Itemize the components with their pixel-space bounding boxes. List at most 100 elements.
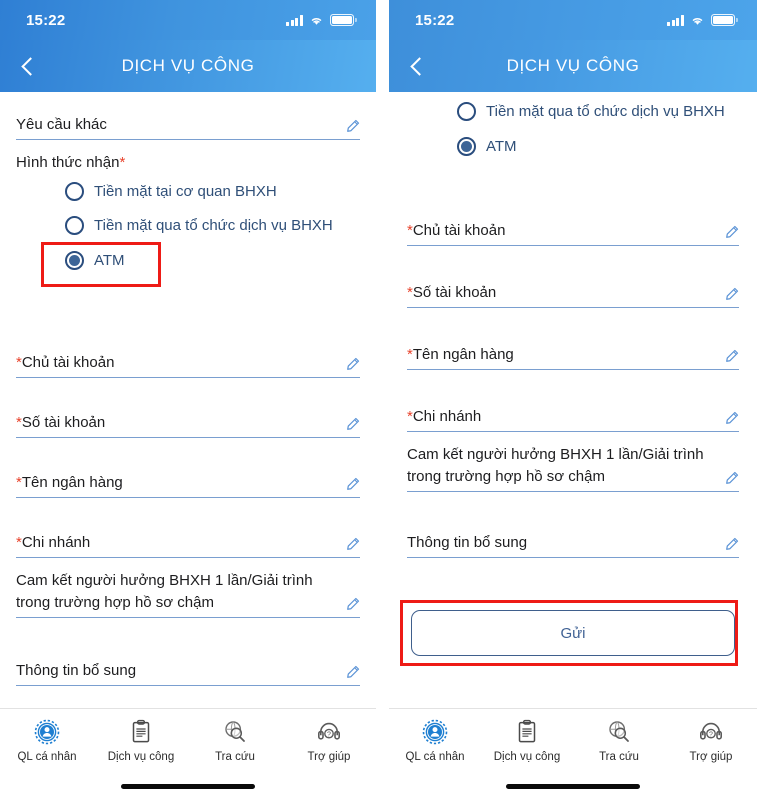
radio-option-atm[interactable]: ATM [457, 137, 517, 156]
field-label: Cam kết người hưởng BHXH 1 lần/Giải trìn… [407, 446, 704, 485]
field-cam-ket[interactable]: Cam kết người hưởng BHXH 1 lần/Giải trìn… [407, 444, 739, 492]
pencil-icon [726, 349, 739, 362]
field-label: Thông tin bổ sung [16, 662, 137, 679]
back-button[interactable] [10, 40, 50, 92]
field-chu-tai-khoan[interactable]: *Chủ tài khoản [16, 352, 360, 378]
document-icon [132, 719, 150, 743]
chevron-left-icon [409, 56, 429, 76]
tab-label: Trợ giúp [307, 751, 351, 763]
search-globe-icon [225, 721, 245, 742]
page-title: DỊCH VỤ CÔNG [506, 56, 640, 75]
radio-option-cash-via-service[interactable]: Tiền mặt qua tổ chức dịch vụ BHXH [457, 102, 725, 121]
tab-ql-ca-nhan[interactable]: QL cá nhân [0, 718, 94, 763]
radio-option-cash-via-service[interactable]: Tiền mặt qua tổ chức dịch vụ BHXH [65, 216, 333, 235]
field-label: *Số tài khoản [16, 414, 106, 431]
right-phone-screen: 15:22 DỊCH VỤ CÔNG Tiền mặt qua tổ chức … [389, 0, 757, 800]
status-bar: 15:22 [0, 0, 376, 40]
chevron-left-icon [20, 56, 40, 76]
field-label: *Chi nhánh [16, 534, 91, 551]
left-form-content: Yêu cầu khác Hình thức nhận* Tiền mặt tạ… [0, 92, 376, 752]
back-button[interactable] [399, 40, 439, 92]
home-indicator [121, 784, 255, 789]
field-yeu-cau-khac[interactable]: Yêu cầu khác [16, 114, 360, 140]
status-bar-icons [286, 14, 357, 26]
tab-tra-cuu[interactable]: Tra cứu [573, 718, 665, 763]
document-icon [518, 719, 536, 743]
tab-label: Tra cứu [599, 751, 639, 763]
pencil-icon [726, 537, 739, 550]
status-bar-icons [667, 14, 738, 26]
field-so-tai-khoan[interactable]: *Số tài khoản [407, 282, 739, 308]
field-label: *Tên ngân hàng [407, 346, 514, 363]
pencil-icon [347, 477, 360, 490]
pencil-icon [347, 665, 360, 678]
tab-dich-vu-cong[interactable]: Dịch vụ công [94, 718, 188, 763]
home-indicator [506, 784, 640, 789]
tab-tro-giup[interactable]: ? Trợ giúp [282, 718, 376, 763]
wifi-icon [311, 18, 322, 25]
field-ten-ngan-hang[interactable]: *Tên ngân hàng [407, 344, 739, 370]
pencil-icon [726, 471, 739, 484]
submit-button[interactable]: Gửi [411, 610, 735, 656]
field-label: Cam kết người hưởng BHXH 1 lần/Giải trìn… [16, 572, 313, 611]
pencil-icon [726, 225, 739, 238]
bottom-tab-bar: QL cá nhân Dịch vụ công Tra cứu ? Trợ gi… [389, 708, 757, 800]
field-label: Yêu cầu khác [16, 116, 107, 133]
field-label: *Chi nhánh [407, 408, 482, 425]
pencil-icon [347, 357, 360, 370]
bottom-tab-bar: QL cá nhân Dịch vụ công Tra cứu ? Trợ gi… [0, 708, 376, 800]
radio-button[interactable] [65, 182, 84, 201]
field-label: *Chủ tài khoản [407, 222, 506, 239]
field-so-tai-khoan[interactable]: *Số tài khoản [16, 412, 360, 438]
radio-button-selected[interactable] [65, 251, 84, 270]
headset-support-icon: ? [317, 722, 340, 740]
app-header: DỊCH VỤ CÔNG [0, 40, 376, 92]
search-globe-icon [609, 721, 629, 742]
field-label: *Số tài khoản [407, 284, 497, 301]
battery-icon [711, 14, 738, 26]
screenshot-stage: 15:22 DỊCH VỤ CÔNG Yêu cầu khác Hình thứ… [0, 0, 757, 800]
svg-text:?: ? [709, 731, 713, 738]
pencil-icon [726, 411, 739, 424]
tab-ql-ca-nhan[interactable]: QL cá nhân [389, 718, 481, 763]
field-chu-tai-khoan[interactable]: *Chủ tài khoản [407, 220, 739, 246]
status-bar: 15:22 [389, 0, 757, 40]
page-title: DỊCH VỤ CÔNG [121, 56, 255, 75]
headset-support-icon: ? [699, 722, 722, 740]
field-ten-ngan-hang[interactable]: *Tên ngân hàng [16, 472, 360, 498]
tab-tra-cuu[interactable]: Tra cứu [188, 718, 282, 763]
field-label: *Chủ tài khoản [16, 354, 115, 371]
cellular-signal-icon [286, 15, 303, 26]
pencil-icon [347, 597, 360, 610]
field-chi-nhanh[interactable]: *Chi nhánh [16, 532, 360, 558]
radio-button[interactable] [65, 216, 84, 235]
field-thong-tin-bo-sung[interactable]: Thông tin bổ sung [16, 660, 360, 686]
radio-option-cash-at-agency[interactable]: Tiền mặt tại cơ quan BHXH [65, 182, 277, 201]
pencil-icon [347, 417, 360, 430]
field-cam-ket[interactable]: Cam kết người hưởng BHXH 1 lần/Giải trìn… [16, 570, 360, 618]
status-bar-clock: 15:22 [415, 11, 455, 29]
personal-management-icon [422, 719, 448, 745]
radio-option-atm[interactable]: ATM [65, 251, 125, 270]
right-form-content: Tiền mặt qua tổ chức dịch vụ BHXH ATM *C… [389, 92, 757, 752]
radio-button-selected[interactable] [457, 137, 476, 156]
pencil-icon [347, 537, 360, 550]
tab-dich-vu-cong[interactable]: Dịch vụ công [481, 718, 573, 763]
field-thong-tin-bo-sung[interactable]: Thông tin bổ sung [407, 532, 739, 558]
svg-text:?: ? [327, 731, 331, 738]
tab-tro-giup[interactable]: ? Trợ giúp [665, 718, 757, 763]
pencil-icon [347, 119, 360, 132]
status-bar-clock: 15:22 [26, 11, 66, 29]
personal-management-icon [34, 719, 60, 745]
left-phone-screen: 15:22 DỊCH VỤ CÔNG Yêu cầu khác Hình thứ… [0, 0, 376, 800]
app-header: DỊCH VỤ CÔNG [389, 40, 757, 92]
field-label: Thông tin bổ sung [407, 534, 528, 551]
tab-label: Dịch vụ công [493, 751, 561, 763]
tab-label: Trợ giúp [689, 751, 733, 763]
required-asterisk: * [119, 154, 126, 171]
pencil-icon [726, 287, 739, 300]
radio-group-title: Hình thức nhận* [16, 154, 126, 171]
tab-label: QL cá nhân [405, 751, 465, 763]
radio-button[interactable] [457, 102, 476, 121]
field-chi-nhanh[interactable]: *Chi nhánh [407, 406, 739, 432]
